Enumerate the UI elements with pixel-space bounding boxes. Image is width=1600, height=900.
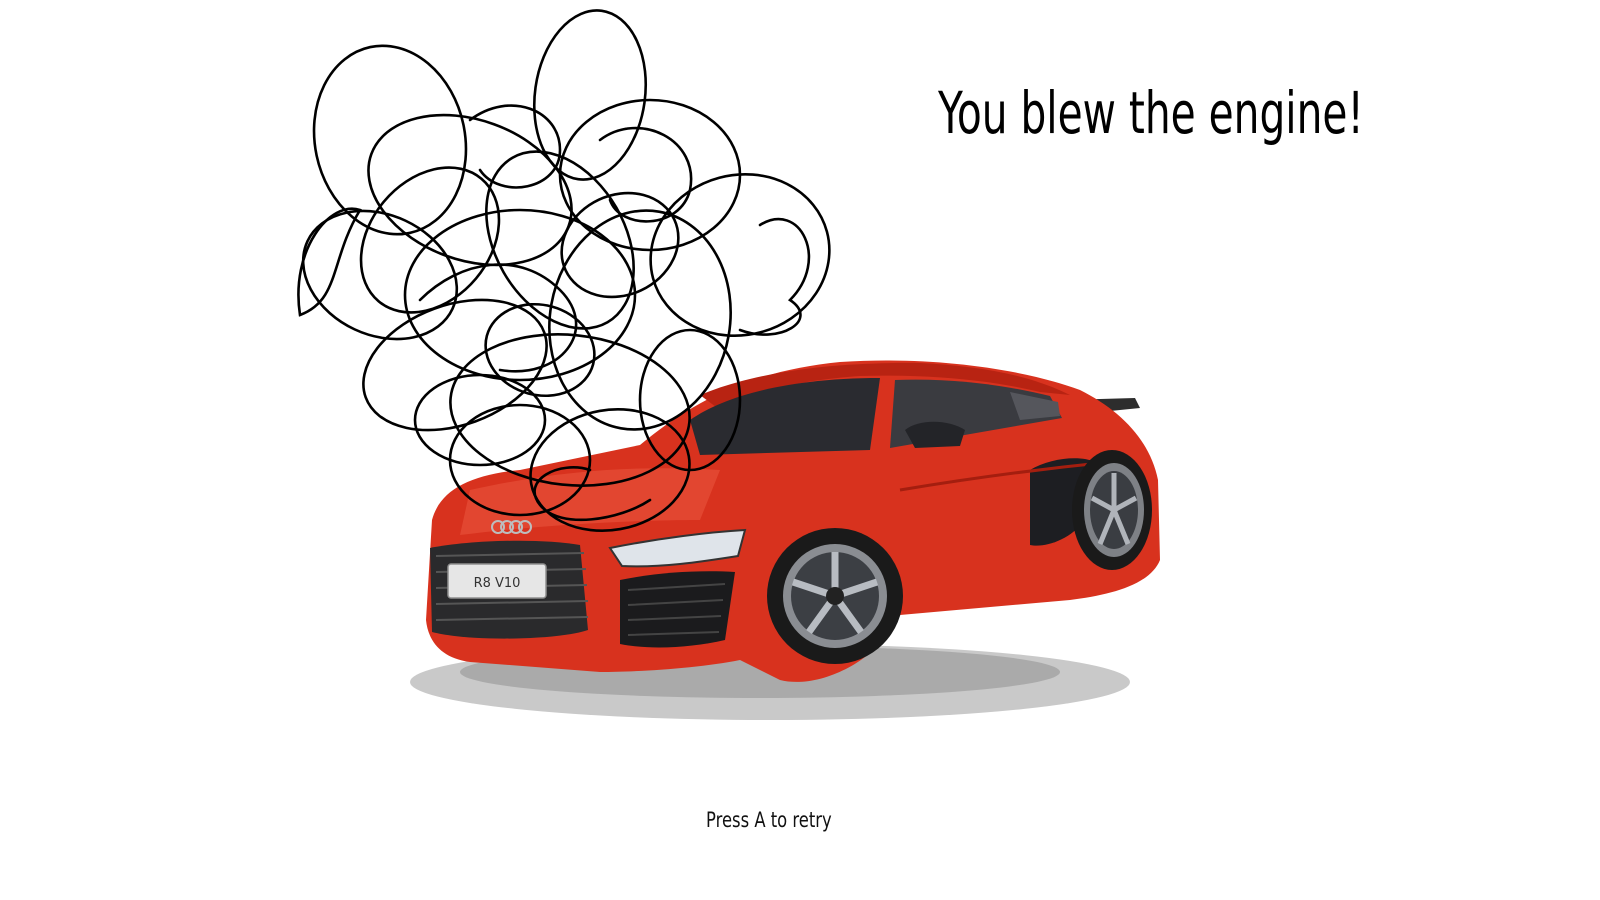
license-plate-text: R8 V10 [474,576,521,591]
retry-prompt[interactable]: Press A to retry [706,810,832,831]
car: R8 V10 [426,360,1160,682]
front-wheel [767,528,903,664]
game-over-screen: R8 V10 You blew the engine! Press A to r… [0,0,1600,900]
game-over-message: You blew the engine! [938,79,1364,147]
rear-wheel [1072,450,1152,570]
